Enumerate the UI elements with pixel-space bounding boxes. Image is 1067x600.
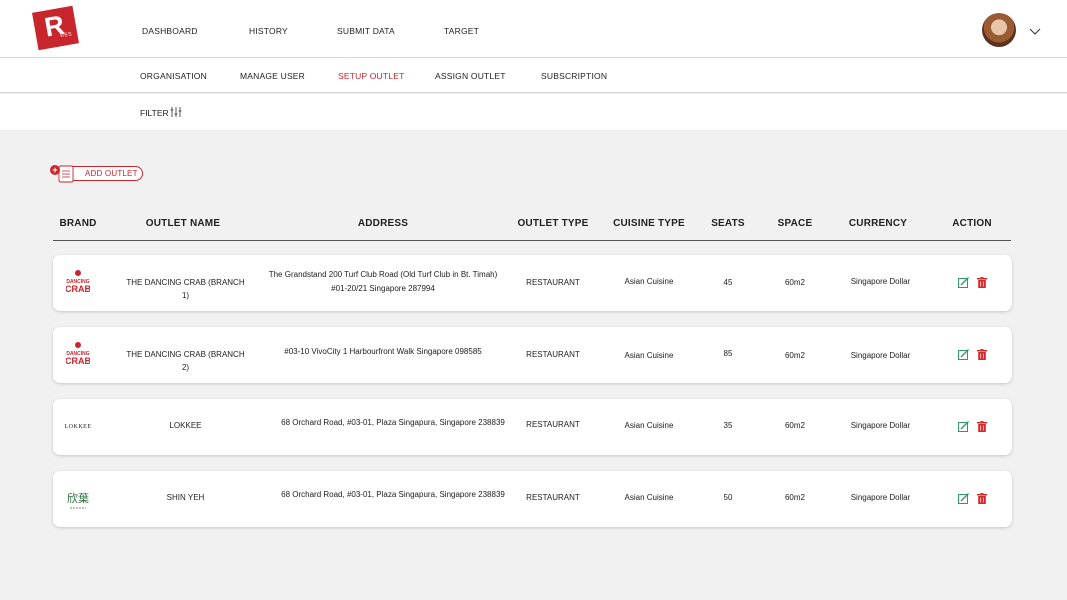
filter-sliders-icon[interactable] bbox=[170, 106, 182, 118]
subnav-subscription[interactable]: SUBSCRIPTION bbox=[541, 71, 607, 81]
plus-icon: + bbox=[50, 165, 60, 175]
cuisine-type: Asian Cuisine bbox=[624, 421, 674, 430]
col-space: SPACE bbox=[777, 218, 813, 229]
col-outlet-name: OUTLET NAME bbox=[145, 218, 221, 229]
col-seats: SEATS bbox=[711, 218, 745, 229]
document-icon bbox=[58, 165, 74, 183]
outlet-name: THE DANCING CRAB (BRANCH 1) bbox=[126, 278, 245, 300]
subnav-setup-outlet[interactable]: SETUP OUTLET bbox=[338, 71, 404, 81]
outlet-type: RESTAURANT bbox=[526, 493, 580, 502]
currency: Singapore Dollar bbox=[850, 421, 911, 430]
shin-yeh-logo-image: 欣葉 bbox=[67, 491, 89, 509]
filter-bar: FILTER bbox=[0, 94, 1067, 130]
delete-icon[interactable] bbox=[977, 277, 987, 288]
table-row[interactable]: DANCING CRAB THE DANCING CRAB (BRANCH 1)… bbox=[53, 255, 1012, 311]
col-action: ACTION bbox=[952, 218, 992, 229]
space: 60m2 bbox=[784, 421, 805, 430]
top-bar: R RES DASHBOARD HISTORY SUBMIT DATA TARG… bbox=[0, 0, 1067, 58]
col-cuisine-type: CUISINE TYPE bbox=[613, 218, 685, 229]
nav-history[interactable]: HISTORY bbox=[249, 26, 288, 36]
seats: 35 bbox=[723, 421, 733, 430]
address-line1: 68 Orchard Road, #03-01, Plaza Singapura… bbox=[281, 418, 505, 427]
address-line1: #03-10 VivoCity 1 Harbourfront Walk Sing… bbox=[284, 347, 482, 356]
logo-lokkee-text: LOKKEE bbox=[65, 424, 92, 430]
table-row[interactable]: LOKKEE LOKKEE 68 Orchard Road, #03-01, P… bbox=[53, 399, 1012, 455]
space: 60m2 bbox=[784, 351, 805, 360]
currency: Singapore Dollar bbox=[850, 277, 911, 286]
address-line1: The Grandstand 200 Turf Club Road (Old T… bbox=[268, 270, 498, 279]
seats: 45 bbox=[723, 278, 733, 287]
delete-icon[interactable] bbox=[977, 493, 987, 504]
edit-icon[interactable] bbox=[958, 349, 969, 360]
currency: Singapore Dollar bbox=[850, 493, 911, 502]
nav-submit-data[interactable]: SUBMIT DATA bbox=[337, 26, 395, 36]
dancing-crab-logo-image: DANCING CRAB bbox=[66, 342, 90, 366]
table-header: BRAND OUTLET NAME ADDRESS OUTLET TYPE CU… bbox=[53, 214, 1011, 241]
lokkee-logo: LOKKEE bbox=[63, 411, 93, 441]
outlet-name: THE DANCING CRAB (BRANCH 2) bbox=[126, 350, 245, 372]
edit-icon[interactable] bbox=[958, 421, 969, 432]
cuisine-type: Asian Cuisine bbox=[624, 351, 674, 360]
dancing-crab-logo: DANCING CRAB bbox=[63, 339, 93, 369]
logo-crab-bottom: CRAB bbox=[66, 356, 90, 366]
add-outlet-label: ADD OUTLET bbox=[85, 169, 138, 178]
chevron-down-icon[interactable] bbox=[1028, 24, 1042, 38]
dancing-crab-logo-image: DANCING CRAB bbox=[66, 270, 90, 294]
logo-crab-bottom: CRAB bbox=[66, 284, 90, 294]
delete-icon[interactable] bbox=[977, 349, 987, 360]
app-logo[interactable]: R RES bbox=[32, 5, 79, 51]
subnav-manage-user[interactable]: MANAGE USER bbox=[240, 71, 305, 81]
cuisine-type: Asian Cuisine bbox=[624, 493, 674, 502]
space: 60m2 bbox=[784, 493, 805, 502]
edit-icon[interactable] bbox=[958, 493, 969, 504]
address-line1: 68 Orchard Road, #03-01, Plaza Singapura… bbox=[281, 490, 505, 499]
table-row[interactable]: 欣葉 SHIN YEH 68 Orchard Road, #03-01, Pla… bbox=[53, 471, 1012, 527]
user-avatar[interactable] bbox=[982, 13, 1016, 47]
subnav-assign-outlet[interactable]: ASSIGN OUTLET bbox=[435, 71, 506, 81]
dancing-crab-logo: DANCING CRAB bbox=[63, 267, 93, 297]
col-currency: CURRENCY bbox=[848, 218, 908, 229]
add-outlet-button[interactable]: + ADD OUTLET bbox=[50, 163, 144, 185]
nav-dashboard[interactable]: DASHBOARD bbox=[142, 26, 198, 36]
outlet-name: SHIN YEH bbox=[166, 493, 205, 502]
space: 60m2 bbox=[784, 278, 805, 287]
outlet-type: RESTAURANT bbox=[526, 420, 580, 429]
seats: 85 bbox=[723, 349, 733, 358]
outlet-type: RESTAURANT bbox=[526, 350, 580, 359]
filter-label[interactable]: FILTER bbox=[140, 108, 169, 118]
currency: Singapore Dollar bbox=[850, 351, 911, 360]
table-row[interactable]: DANCING CRAB THE DANCING CRAB (BRANCH 2)… bbox=[53, 327, 1012, 383]
subnav-organisation[interactable]: ORGANISATION bbox=[140, 71, 207, 81]
edit-icon[interactable] bbox=[958, 277, 969, 288]
col-brand: BRAND bbox=[59, 218, 97, 229]
nav-target[interactable]: TARGET bbox=[444, 26, 479, 36]
outlet-type: RESTAURANT bbox=[526, 278, 580, 287]
delete-icon[interactable] bbox=[977, 421, 987, 432]
col-outlet-type: OUTLET TYPE bbox=[517, 218, 589, 229]
logo-shin-yeh-text: 欣葉 bbox=[67, 491, 89, 505]
shin-yeh-logo: 欣葉 bbox=[63, 483, 93, 513]
logo-subtext: RES bbox=[59, 31, 73, 40]
address-line2: #01-20/21 Singapore 287994 bbox=[331, 284, 435, 293]
col-address: ADDRESS bbox=[357, 218, 409, 229]
lokkee-logo-image: LOKKEE bbox=[65, 424, 92, 430]
sub-nav: ORGANISATION MANAGE USER SETUP OUTLET AS… bbox=[0, 58, 1067, 93]
seats: 50 bbox=[723, 493, 733, 502]
outlet-name: LOKKEE bbox=[169, 421, 202, 430]
cuisine-type: Asian Cuisine bbox=[624, 277, 674, 286]
